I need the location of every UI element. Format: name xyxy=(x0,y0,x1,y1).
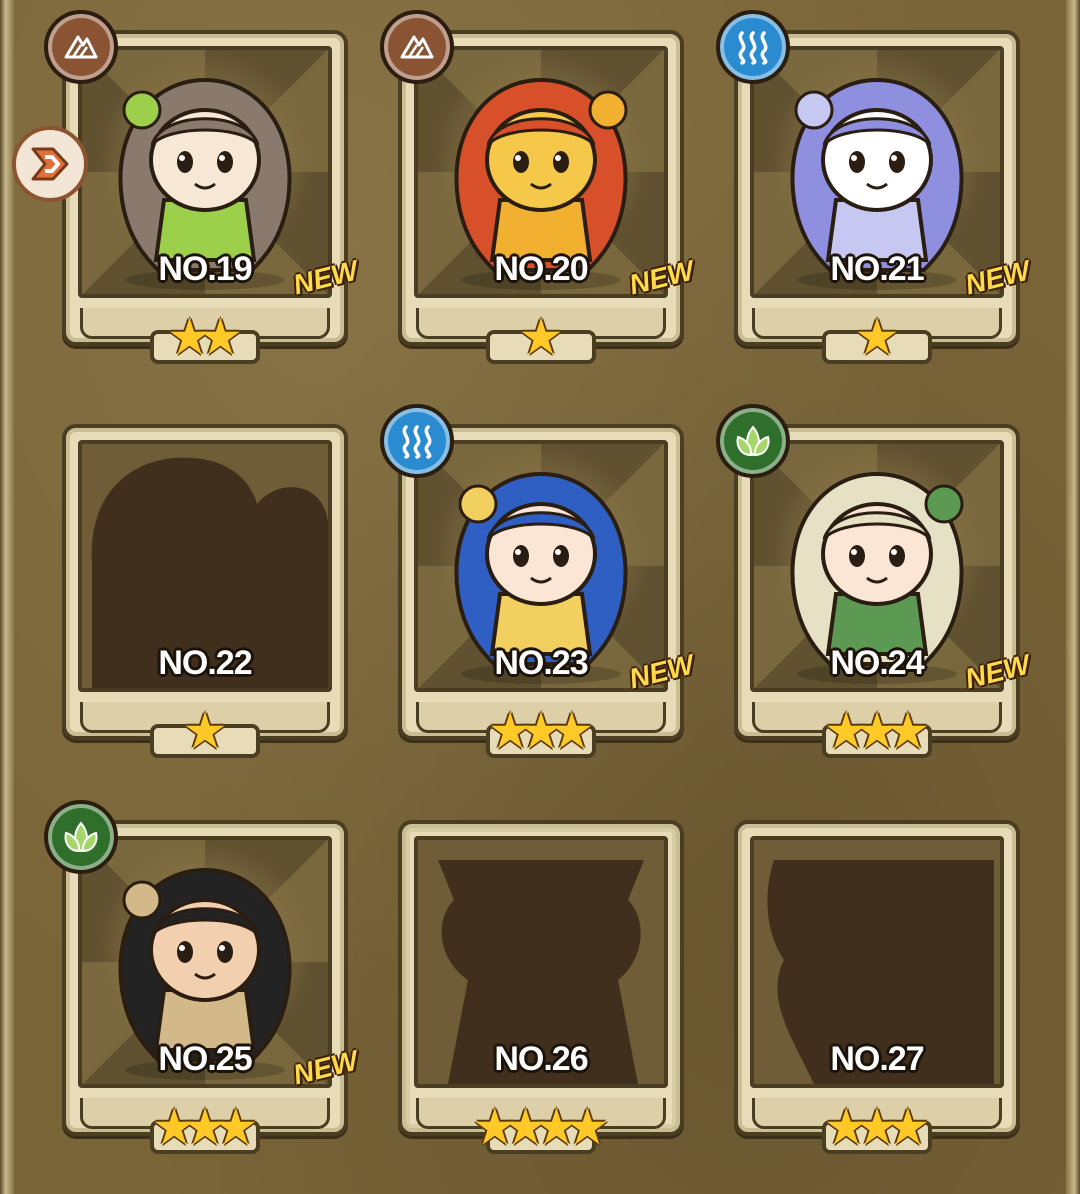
rarity-stars: ★★★ xyxy=(823,702,930,760)
earth-icon xyxy=(380,10,454,84)
rarity-stars: ★★★★ xyxy=(472,1098,609,1156)
rarity-stars: ★ xyxy=(182,702,228,760)
monster-card[interactable]: NO.20 NEW ★ xyxy=(380,10,697,370)
frame-left-border xyxy=(0,0,14,1194)
monster-card[interactable]: NO.21 NEW ★ xyxy=(716,10,1033,370)
rarity-stars: ★★★ xyxy=(823,1098,930,1156)
rarity-stars: ★ xyxy=(518,308,564,366)
monster-card[interactable]: NO.27 ★★★ xyxy=(734,820,1020,1160)
skill-arrow-icon xyxy=(12,126,88,202)
monster-card[interactable]: NO.26 ★★★★ xyxy=(398,820,684,1160)
rarity-stars: ★★★ xyxy=(487,702,594,760)
rarity-stars: ★ xyxy=(854,308,900,366)
rarity-stars: ★★ xyxy=(167,308,243,366)
water-icon xyxy=(380,404,454,478)
monster-card[interactable]: NO.19 NEW ★★ xyxy=(44,10,361,370)
monster-card[interactable]: NO.24 NEW ★★★ xyxy=(716,404,1033,764)
earth-icon xyxy=(44,10,118,84)
monster-card[interactable]: NO.23 NEW ★★★ xyxy=(380,404,697,764)
monster-number: NO.22 xyxy=(158,644,252,682)
monster-number: NO.27 xyxy=(830,1040,924,1078)
wood-icon xyxy=(716,404,790,478)
wood-icon xyxy=(44,800,118,874)
water-icon xyxy=(716,10,790,84)
monster-number: NO.26 xyxy=(494,1040,588,1078)
rarity-stars: ★★★ xyxy=(151,1098,258,1156)
monster-card[interactable]: NO.22 ★ xyxy=(62,424,348,764)
monster-card[interactable]: NO.25 NEW ★★★ xyxy=(44,800,361,1160)
frame-right-border xyxy=(1066,0,1080,1194)
